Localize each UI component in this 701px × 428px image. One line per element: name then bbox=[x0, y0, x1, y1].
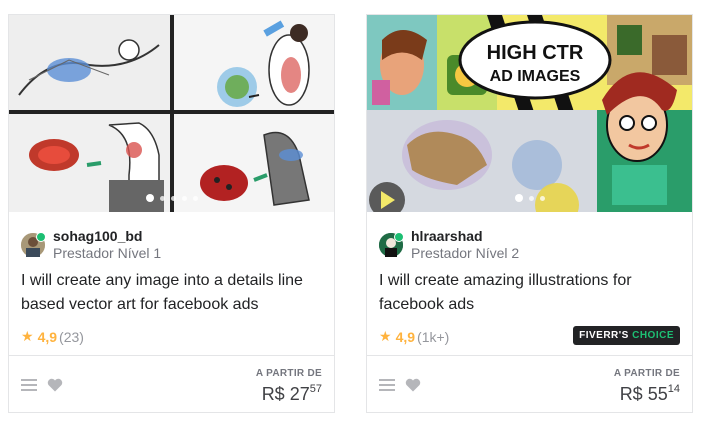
price[interactable]: R$ 2757 bbox=[261, 383, 322, 405]
seller-level: Prestador Nível 1 bbox=[53, 245, 162, 261]
online-indicator bbox=[394, 232, 404, 242]
fiverrs-choice-badge: FIVERR'S CHOICE bbox=[573, 326, 680, 345]
seller-level: Prestador Nível 2 bbox=[411, 245, 520, 261]
price-currency: R$ bbox=[261, 384, 285, 404]
price-cents: 57 bbox=[309, 383, 322, 395]
gig-title[interactable]: I will create amazing illustrations for … bbox=[379, 269, 684, 317]
avatar[interactable] bbox=[21, 232, 46, 257]
heart-icon[interactable] bbox=[47, 378, 63, 392]
gig-image bbox=[9, 15, 334, 212]
rating-count: (1k+) bbox=[417, 328, 450, 345]
gig-card-1[interactable]: sohag100_bd Prestador Nível 1 I will cre… bbox=[8, 14, 335, 413]
badge-main-text: FIVERR'S bbox=[579, 330, 629, 341]
rating: ★ 4,9 (1k+) bbox=[379, 328, 449, 345]
card-actions bbox=[21, 378, 63, 392]
carousel-dot[interactable] bbox=[514, 194, 523, 202]
price-label: A PARTIR DE bbox=[255, 368, 322, 379]
carousel-dot[interactable] bbox=[539, 195, 545, 201]
carousel-dots[interactable] bbox=[145, 194, 198, 202]
price-currency: R$ bbox=[619, 384, 643, 404]
seller-name[interactable]: sohag100_bd bbox=[53, 228, 161, 244]
avatar[interactable] bbox=[379, 232, 404, 257]
carousel-dot[interactable] bbox=[159, 195, 165, 201]
seller-info: sohag100_bd Prestador Nível 1 bbox=[21, 228, 161, 262]
rating-count: (23) bbox=[59, 328, 84, 345]
menu-icon[interactable] bbox=[21, 378, 37, 392]
thumb-headline: HIGH CTR bbox=[487, 42, 584, 64]
price[interactable]: R$ 5514 bbox=[619, 383, 680, 405]
card-footer: A PARTIR DE R$ 5514 bbox=[367, 355, 692, 412]
rating-value: 4,9 bbox=[395, 328, 416, 345]
gig-card-2[interactable]: HIGH CTR AD IMAGES hlraarshad Prestador … bbox=[366, 14, 693, 413]
card-actions bbox=[379, 378, 421, 392]
star-icon: ★ bbox=[21, 328, 34, 344]
heart-icon[interactable] bbox=[405, 378, 421, 392]
badge-accent-text: CHOICE bbox=[632, 330, 674, 341]
seller-info: hlraarshad Prestador Nível 2 bbox=[379, 228, 519, 262]
thumb-subheadline: AD IMAGES bbox=[490, 68, 581, 85]
price-whole: 27 bbox=[289, 384, 310, 404]
rating: ★ 4,9 (23) bbox=[21, 328, 84, 345]
carousel-dot[interactable] bbox=[528, 195, 534, 201]
menu-icon[interactable] bbox=[379, 378, 395, 392]
online-indicator bbox=[36, 232, 46, 242]
carousel-dot[interactable] bbox=[145, 194, 154, 202]
rating-value: 4,9 bbox=[37, 328, 58, 345]
seller-name[interactable]: hlraarshad bbox=[411, 228, 519, 244]
gig-image: HIGH CTR AD IMAGES bbox=[367, 15, 692, 212]
price-label: A PARTIR DE bbox=[613, 368, 680, 379]
price-cents: 14 bbox=[667, 383, 680, 395]
carousel-dot[interactable] bbox=[181, 195, 187, 201]
gig-thumbnail[interactable]: HIGH CTR AD IMAGES bbox=[367, 15, 692, 212]
price-whole: 55 bbox=[647, 384, 668, 404]
gig-title[interactable]: I will create any image into a details l… bbox=[21, 269, 326, 317]
card-footer: A PARTIR DE R$ 2757 bbox=[9, 355, 334, 412]
carousel-dot[interactable] bbox=[192, 195, 198, 201]
carousel-dots[interactable] bbox=[514, 194, 545, 202]
gig-thumbnail[interactable] bbox=[9, 15, 334, 212]
star-icon: ★ bbox=[379, 328, 392, 344]
carousel-dot[interactable] bbox=[170, 195, 176, 201]
